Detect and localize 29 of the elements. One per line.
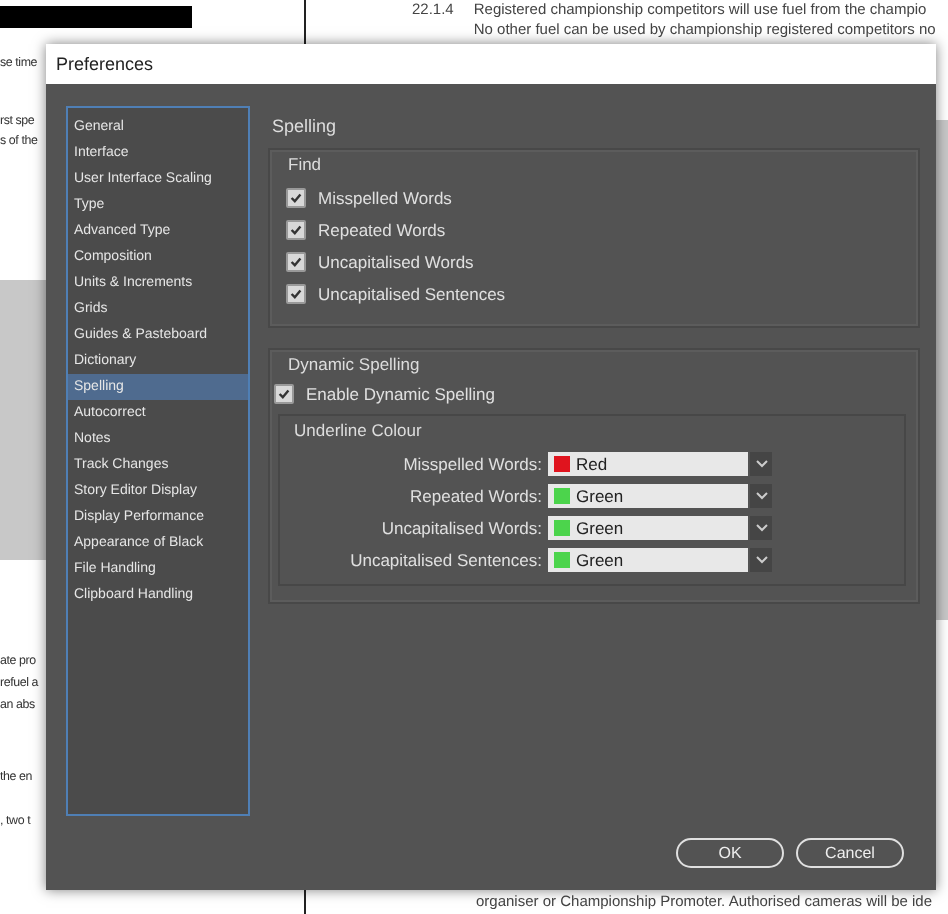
caret-icon[interactable] [750, 484, 772, 508]
ok-button[interactable]: OK [676, 838, 784, 868]
window-title: Preferences [56, 54, 154, 74]
caret-icon[interactable] [750, 516, 772, 540]
checkbox[interactable] [286, 284, 306, 304]
checkbox[interactable] [274, 384, 294, 404]
checkbox-label: Repeated Words [318, 220, 446, 240]
colour-dropdown[interactable]: Green [548, 516, 748, 540]
caret-icon[interactable] [750, 452, 772, 476]
caret-icon[interactable] [750, 548, 772, 572]
colour-dropdown[interactable]: Red [548, 452, 748, 476]
group-label: Underline Colour [294, 420, 424, 440]
checkbox-label: Uncapitalised Words [318, 252, 474, 272]
field-label: Repeated Words: [410, 486, 542, 506]
section-title: Spelling [272, 116, 339, 136]
checkbox[interactable] [286, 220, 306, 240]
group-label: Dynamic Spelling [288, 354, 422, 374]
colour-dropdown[interactable]: Green [548, 484, 748, 508]
field-label: Misspelled Words: [403, 454, 542, 474]
cancel-button[interactable]: Cancel [796, 838, 904, 868]
checkbox[interactable] [286, 188, 306, 208]
field-label: Uncapitalised Sentences: [350, 550, 542, 570]
field-label: Uncapitalised Words: [381, 518, 542, 538]
checkbox-label: Enable Dynamic Spelling [306, 384, 495, 404]
checkbox-label: Misspelled Words [318, 188, 452, 208]
colour-dropdown[interactable]: Green [548, 548, 748, 572]
checkbox-label: Uncapitalised Sentences [318, 284, 506, 304]
checkbox[interactable] [286, 252, 306, 272]
group-label: Find [288, 154, 324, 174]
